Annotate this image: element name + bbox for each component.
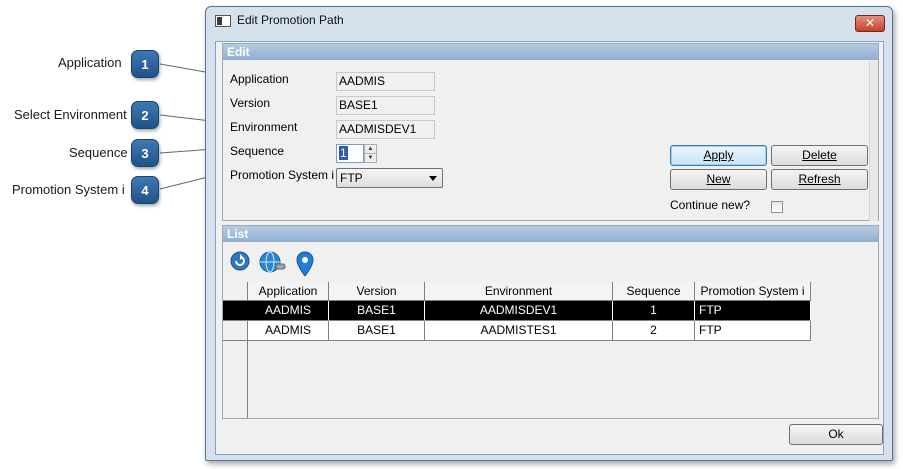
promotion-path-grid: Application Version Environment Sequence… [223, 282, 878, 418]
table-row-cell[interactable]: AADMISTES1 [425, 321, 613, 341]
ok-button[interactable]: Ok [789, 424, 883, 445]
grid-body: Application Version Environment Sequence… [248, 282, 878, 418]
apply-button-label: Apply [703, 148, 734, 162]
edit-scrollbar[interactable] [869, 61, 878, 221]
refresh-button-label: Refresh [798, 172, 841, 186]
row-header-1[interactable] [223, 301, 248, 321]
table-row-cell[interactable]: FTP [695, 301, 811, 321]
spin-up-icon[interactable]: ▲ [365, 145, 376, 153]
version-field: BASE1 [336, 96, 435, 115]
promotion-system-label: Promotion System i [230, 168, 335, 182]
callout-badge-1: 1 [131, 50, 159, 78]
spin-down-icon[interactable]: ▼ [365, 153, 376, 161]
sequence-value: 1 [339, 146, 348, 160]
table-row-cell[interactable]: 1 [613, 301, 695, 321]
edit-group: Edit Application AADMIS Version BASE1 En… [222, 43, 879, 221]
location-pin-icon[interactable] [296, 251, 314, 277]
refresh-button[interactable]: Refresh [771, 169, 868, 190]
version-label: Version [230, 96, 271, 110]
list-group: List Application Version Environment Seq… [222, 225, 879, 419]
delete-button-label: Delete [802, 148, 837, 162]
environment-field[interactable]: AADMISDEV1 [336, 120, 435, 139]
application-field: AADMIS [336, 72, 435, 91]
table-row-cell[interactable]: BASE1 [329, 301, 425, 321]
table-row-cell[interactable]: AADMIS [248, 301, 329, 321]
row-header-corner [223, 282, 248, 301]
apply-button[interactable]: Apply [670, 145, 767, 166]
dialog-client-area: Edit Application AADMIS Version BASE1 En… [215, 41, 884, 455]
title-bar[interactable]: Edit Promotion Path ✕ [206, 7, 892, 35]
sequence-spinner[interactable]: ▲ ▼ [364, 144, 377, 163]
sequence-input[interactable]: 1 [336, 144, 364, 163]
callout-badge-2: 2 [131, 101, 159, 129]
callout-label-application: Application [58, 55, 122, 70]
column-header-version[interactable]: Version [329, 282, 425, 301]
column-header-promotion-system[interactable]: Promotion System i [695, 282, 811, 301]
edit-promotion-path-window: Edit Promotion Path ✕ Edit Application A… [205, 6, 893, 461]
new-button[interactable]: New [670, 169, 767, 190]
delete-button[interactable]: Delete [771, 145, 868, 166]
table-row-cell[interactable]: 2 [613, 321, 695, 341]
callout-badge-3: 3 [131, 139, 159, 167]
window-app-icon [215, 15, 231, 27]
table-row-cell[interactable]: AADMIS [248, 321, 329, 341]
promotion-system-value: FTP [340, 171, 363, 185]
column-header-environment[interactable]: Environment [425, 282, 613, 301]
list-group-header: List [223, 226, 878, 242]
table-row-cell[interactable]: AADMISDEV1 [425, 301, 613, 321]
row-header-2[interactable] [223, 321, 248, 341]
promotion-system-select[interactable]: FTP [336, 168, 443, 188]
callout-label-promotion-system: Promotion System i [12, 182, 125, 197]
continue-new-label: Continue new? [670, 198, 751, 212]
environment-label: Environment [230, 120, 298, 134]
callout-label-select-environment: Select Environment [14, 107, 127, 122]
window-title: Edit Promotion Path [237, 13, 344, 27]
application-label: Application [230, 72, 289, 86]
callout-label-sequence: Sequence [69, 145, 128, 160]
sequence-label: Sequence [230, 144, 285, 158]
refresh-icon[interactable] [230, 251, 250, 271]
edit-group-header: Edit [223, 44, 878, 60]
column-header-sequence[interactable]: Sequence [613, 282, 695, 301]
close-button[interactable]: ✕ [855, 15, 885, 32]
table-row-cell[interactable]: FTP [695, 321, 811, 341]
new-button-label: New [706, 172, 731, 186]
row-header-column [223, 282, 248, 418]
table-row-cell[interactable]: BASE1 [329, 321, 425, 341]
globe-connect-icon[interactable] [259, 251, 287, 275]
chevron-down-icon [429, 176, 437, 181]
column-header-application[interactable]: Application [248, 282, 329, 301]
callout-badge-4: 4 [131, 176, 159, 204]
continue-new-checkbox[interactable] [771, 201, 783, 213]
